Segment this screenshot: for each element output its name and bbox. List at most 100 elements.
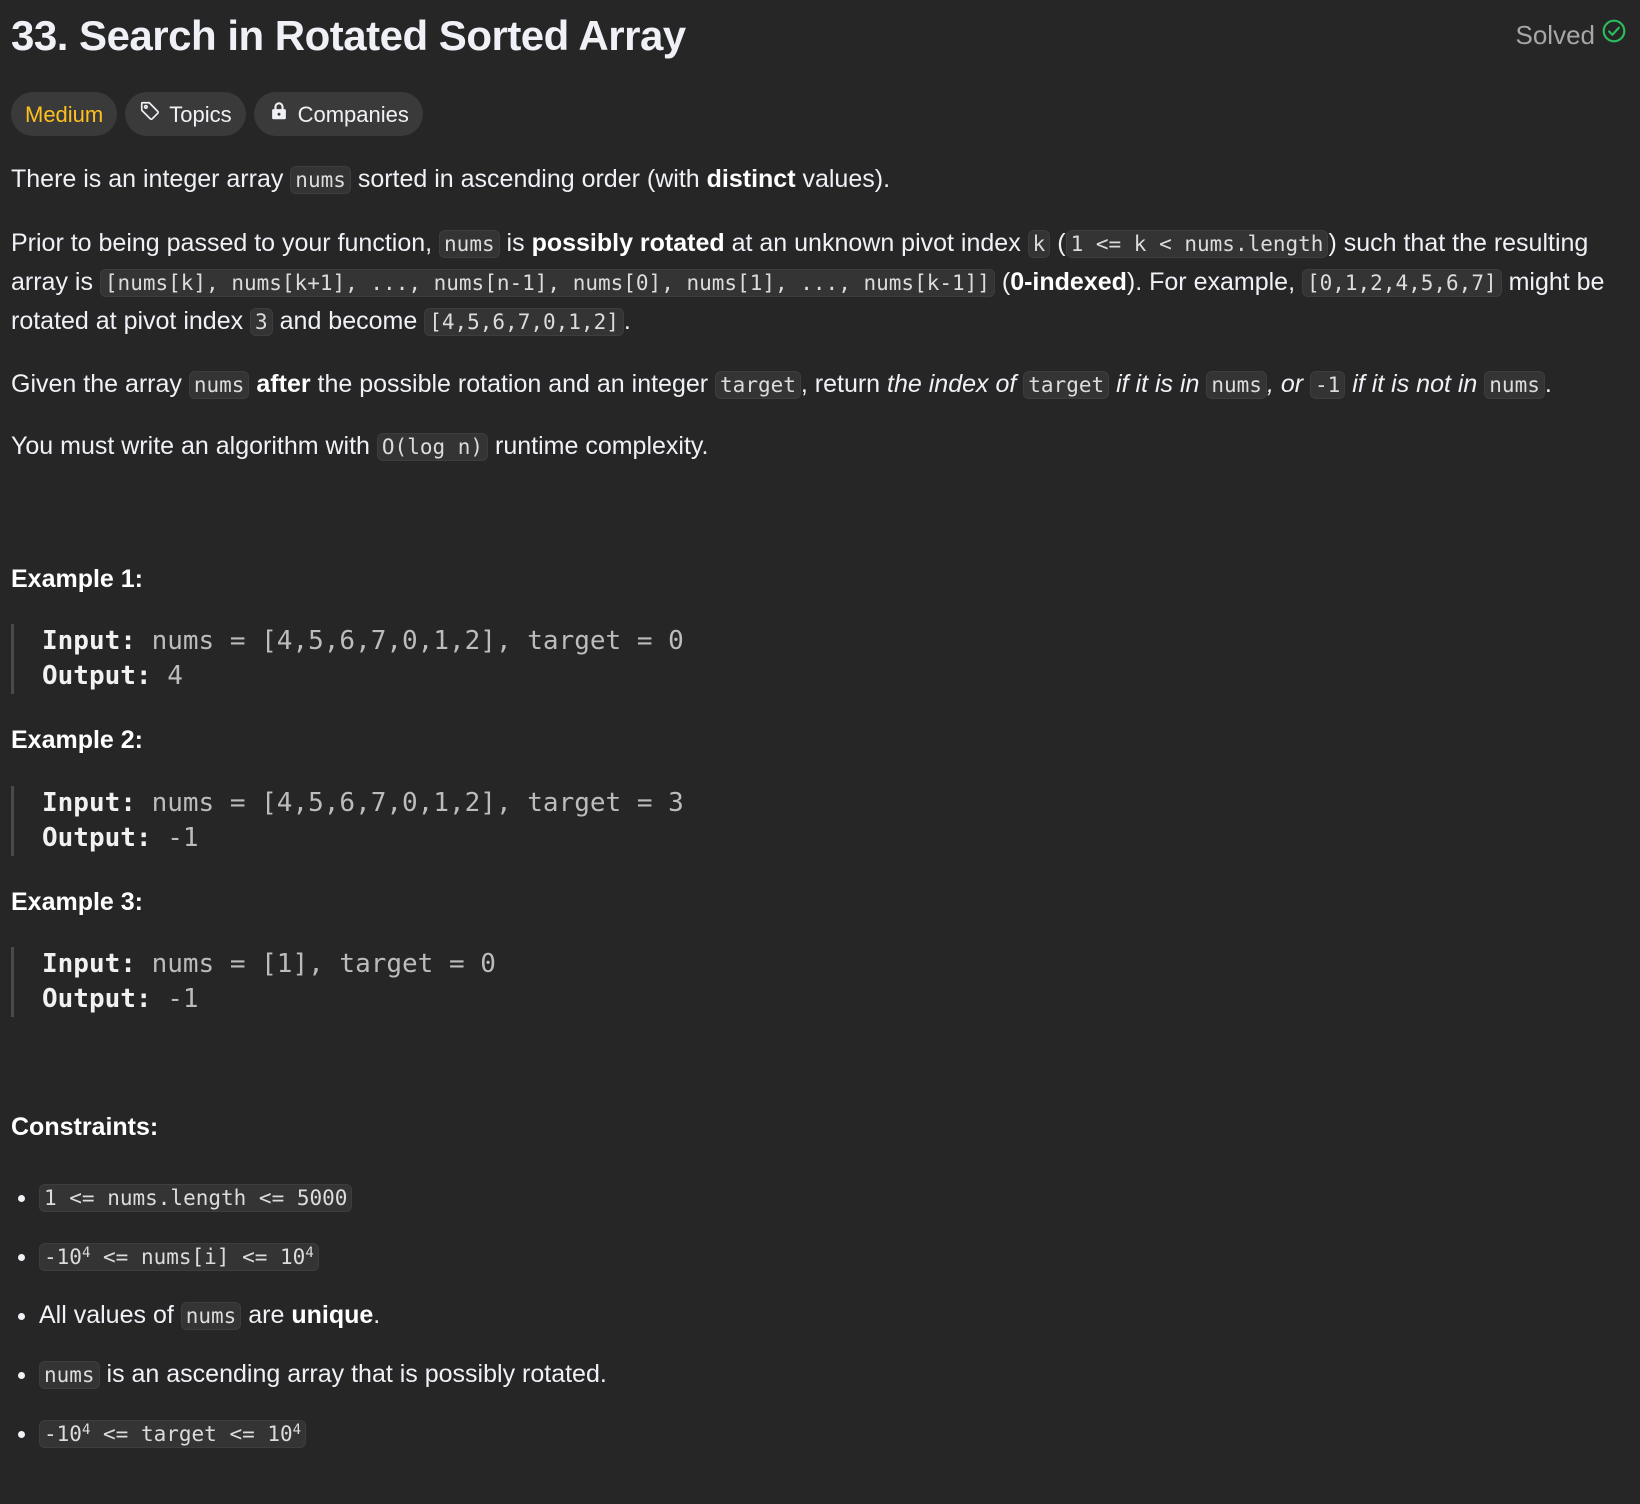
- text: .: [623, 306, 631, 335]
- example-output-line: Output: -1: [42, 982, 1629, 1017]
- bold-text: unique: [291, 1300, 374, 1329]
- constraint-item: 1 <= nums.length <= 5000: [39, 1179, 1629, 1216]
- inline-code: 1 <= k < nums.length: [1065, 229, 1329, 258]
- tag-icon: [139, 98, 161, 131]
- companies-button[interactable]: Companies: [253, 92, 423, 136]
- topics-button[interactable]: Topics: [125, 92, 246, 136]
- example-3-block: Input: nums = [1], target = 0 Output: -1: [11, 947, 1629, 1017]
- example-1-heading: Example 1:: [11, 564, 144, 593]
- example-2-block: Input: nums = [4,5,6,7,0,1,2], target = …: [11, 785, 1629, 856]
- inline-code: 3: [250, 307, 273, 336]
- inline-code: nums: [180, 1301, 242, 1330]
- text: .: [373, 1300, 381, 1329]
- inline-code: nums: [39, 1360, 100, 1389]
- example-output-line: Output: 4: [42, 659, 1629, 694]
- inline-code: nums: [1206, 370, 1267, 399]
- example-3-heading: Example 3:: [11, 887, 144, 916]
- inline-code: [4,5,6,7,0,1,2]: [424, 307, 624, 336]
- output-label: Output:: [42, 661, 152, 691]
- text: , return: [800, 369, 888, 398]
- problem-description: 33. Search in Rotated Sorted Array Solve…: [0, 0, 1640, 1452]
- solved-status: Solved: [1516, 16, 1630, 55]
- example-input-line: Input: nums = [1], target = 0: [42, 947, 1629, 982]
- output-value: 4: [167, 661, 183, 691]
- output-label: Output:: [42, 822, 152, 853]
- text: and become: [272, 306, 425, 335]
- text: (: [1050, 228, 1066, 257]
- text: .: [1544, 369, 1552, 398]
- italic-text: the index of: [887, 369, 1024, 398]
- text: runtime complexity.: [488, 432, 709, 460]
- description-paragraph-2: Prior to being passed to your function, …: [11, 224, 1629, 341]
- text: the possible rotation and an integer: [310, 369, 716, 398]
- bold-text: 0-indexed: [1010, 267, 1127, 296]
- inline-code: -104 <= nums[i] <= 104: [39, 1242, 319, 1271]
- companies-label: Companies: [297, 101, 409, 127]
- constraint-item: -104 <= nums[i] <= 104: [39, 1238, 1629, 1275]
- inline-code: target: [715, 370, 801, 399]
- constraint-item: nums is an ascending array that is possi…: [39, 1356, 1629, 1393]
- text: Given the array: [11, 369, 189, 398]
- input-label: Input:: [42, 949, 136, 979]
- bold-text: after: [256, 369, 311, 398]
- topics-label: Topics: [169, 101, 232, 127]
- text: <= nums[i] <= 10: [90, 1244, 306, 1269]
- input-label: Input:: [42, 626, 136, 656]
- input-label: Input:: [42, 787, 136, 818]
- description-paragraph-4: You must write an algorithm with O(log n…: [11, 428, 1629, 466]
- constraint-item: All values of nums are unique.: [39, 1297, 1629, 1334]
- input-value: nums = [4,5,6,7,0,1,2], target = 0: [151, 626, 684, 656]
- inline-code: [nums[k], nums[k+1], ..., nums[n-1], num…: [99, 268, 995, 297]
- text: is: [499, 228, 532, 257]
- text: Prior to being passed to your function,: [11, 228, 440, 257]
- inline-code: nums: [1484, 370, 1545, 399]
- italic-text: if it is in: [1109, 369, 1207, 398]
- badge-row: Medium Topics Companies: [11, 92, 1629, 136]
- text: All values of: [39, 1300, 181, 1329]
- constraints-list: 1 <= nums.length <= 5000 -10 4 <= nums[i]…: [11, 1179, 1629, 1452]
- description-paragraph-3: Given the array nums after the possible …: [11, 366, 1629, 404]
- text: at an unknown pivot index: [724, 228, 1028, 257]
- description-paragraph-1: There is an integer array nums sorted in…: [11, 161, 1629, 199]
- check-circle-icon: [1601, 16, 1627, 55]
- example-input-line: Input: nums = [4,5,6,7,0,1,2], target = …: [42, 786, 1629, 821]
- example-output-line: Output: -1: [42, 821, 1629, 856]
- constraint-item: -104 <= target <= 104: [39, 1415, 1629, 1452]
- lock-icon: [268, 98, 290, 131]
- page-title: 33. Search in Rotated Sorted Array: [11, 11, 686, 59]
- text: ). For example,: [1126, 267, 1302, 296]
- italic-text: if it is not in: [1345, 369, 1485, 398]
- text: sorted in ascending order (with: [350, 165, 707, 193]
- inline-code: target: [1023, 370, 1110, 399]
- inline-code: [0,1,2,4,5,6,7]: [1301, 268, 1502, 297]
- inline-code: O(log n): [376, 433, 489, 461]
- text: You must write an algorithm with: [11, 432, 377, 460]
- inline-code: k: [1027, 229, 1051, 258]
- text: is an ascending array that is possibly r…: [99, 1359, 607, 1388]
- text: are: [241, 1300, 292, 1329]
- example-2-heading: Example 2:: [11, 726, 144, 754]
- input-value: nums = [1], target = 0: [151, 949, 496, 979]
- text: <= target <= 10: [90, 1421, 293, 1446]
- superscript: 4: [292, 1421, 302, 1438]
- text: -10: [44, 1421, 82, 1446]
- solved-label: Solved: [1515, 19, 1596, 50]
- title-row: 33. Search in Rotated Sorted Array Solve…: [11, 0, 1629, 70]
- inline-code: nums: [290, 166, 351, 194]
- output-label: Output:: [42, 984, 152, 1014]
- inline-code: -1: [1310, 370, 1346, 399]
- output-value: -1: [167, 984, 199, 1014]
- italic-text: , or: [1266, 369, 1311, 398]
- inline-code: 1 <= nums.length <= 5000: [39, 1183, 353, 1212]
- output-value: -1: [167, 822, 199, 853]
- text: -10: [44, 1244, 82, 1269]
- bold-text: distinct: [706, 165, 796, 193]
- example-1-block: Input: nums = [4,5,6,7,0,1,2], target = …: [11, 624, 1629, 694]
- difficulty-badge: Medium: [11, 92, 118, 136]
- inline-code: nums: [188, 370, 250, 399]
- inline-code: -104 <= target <= 104: [39, 1419, 307, 1448]
- superscript: 4: [305, 1244, 314, 1261]
- text: values).: [795, 165, 891, 193]
- input-value: nums = [4,5,6,7,0,1,2], target = 3: [151, 787, 684, 818]
- text: There is an integer array: [11, 165, 291, 193]
